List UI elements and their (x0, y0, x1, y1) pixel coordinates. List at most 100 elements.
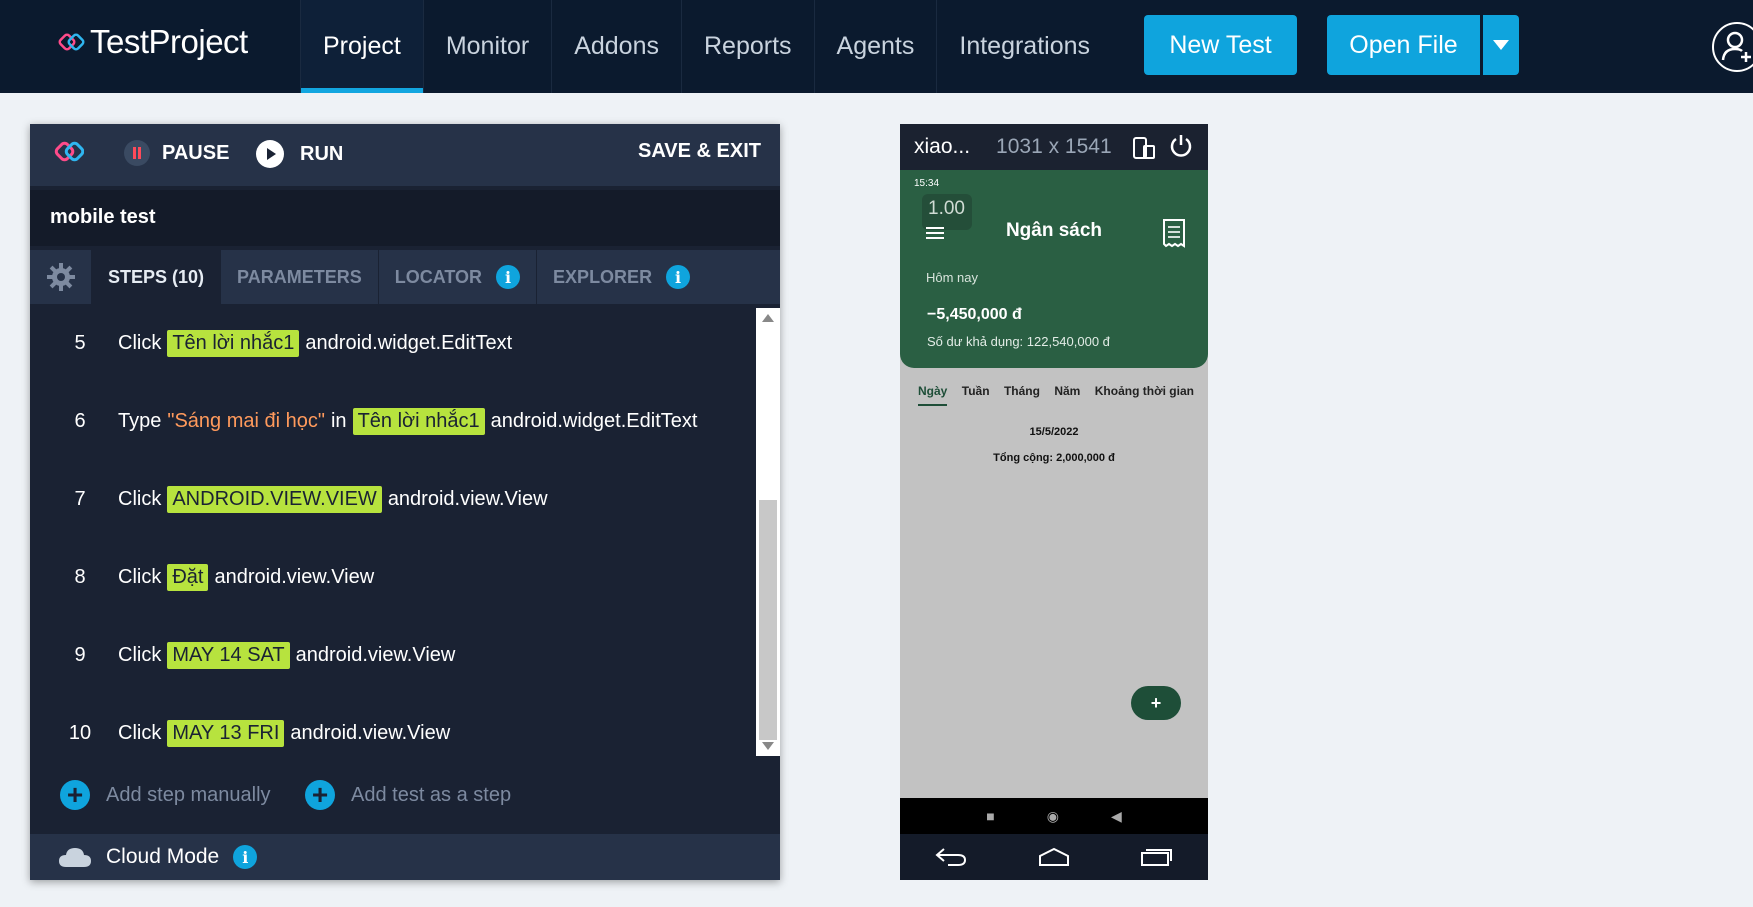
home-circle-icon[interactable]: ◉ (1047, 808, 1059, 825)
tab-explorer[interactable]: EXPLORER i (537, 250, 706, 304)
tab-parameters[interactable]: PARAMETERS (221, 250, 379, 304)
step-row[interactable]: 7 Click ANDROID.VIEW.VIEW android.view.V… (30, 479, 758, 519)
step-element-type: android.view.View (214, 565, 375, 588)
recorder-tabs: STEPS (10) PARAMETERS LOCATOR i EXPLORER… (30, 250, 780, 304)
step-value[interactable]: "Sáng mai đi học" (167, 410, 325, 433)
test-name[interactable]: mobile test (30, 190, 780, 246)
nav-tab-reports[interactable]: Reports (680, 0, 814, 93)
nav-tab-project[interactable]: Project (300, 0, 423, 93)
recents-square-icon[interactable]: ■ (986, 808, 994, 824)
today-label: Hôm nay (926, 270, 979, 285)
device-viewer: xiao... 1031 x 1541 15:34 1.00 Ngân sách… (900, 124, 1208, 880)
step-element[interactable]: MAY 14 SAT (167, 641, 290, 669)
step-row[interactable]: 10 Click MAY 13 FRI android.view.View (30, 713, 758, 753)
locator-info-icon[interactable]: i (496, 265, 521, 289)
add-test-as-step-label: Add test as a step (351, 783, 512, 806)
recents-icon[interactable] (1140, 847, 1172, 867)
step-element-type: android.widget.EditText (305, 331, 513, 354)
app-header-card: 15:34 1.00 Ngân sách Hôm nay −5,450,000 … (900, 170, 1208, 368)
step-row[interactable]: 6 Type "Sáng mai đi học" in Tên lời nhắc… (30, 401, 758, 441)
step-row[interactable]: 5 Click Tên lời nhắc1 android.widget.Edi… (30, 323, 758, 363)
cloud-mode-info-icon[interactable]: i (233, 845, 258, 869)
recorder-logo-icon (54, 141, 84, 162)
settings-tab[interactable] (30, 250, 92, 304)
nav-tab-agents[interactable]: Agents (813, 0, 937, 93)
step-row[interactable]: 9 Click MAY 14 SAT android.view.View (30, 635, 758, 675)
add-fab-button[interactable]: + (1131, 686, 1181, 720)
run-button[interactable]: RUN (256, 140, 343, 168)
home-icon[interactable] (1038, 847, 1070, 867)
receipt-icon[interactable] (1162, 218, 1186, 248)
step-element-type: android.view.View (387, 487, 548, 510)
step-action: Click (118, 643, 162, 666)
tab-locator-label: LOCATOR (394, 266, 483, 287)
step-action: Click (118, 721, 162, 744)
nav-tab-addons[interactable]: Addons (551, 0, 681, 93)
period-tab-week[interactable]: Tuần (962, 384, 990, 406)
device-resolution: 1031 x 1541 (996, 135, 1112, 158)
save-exit-button[interactable]: SAVE & EXIT (638, 140, 761, 163)
pause-button[interactable]: PAUSE (124, 140, 229, 166)
testproject-logo[interactable]: TestProject (58, 22, 248, 62)
step-element[interactable]: Tên lời nhắc1 (167, 329, 300, 357)
cloud-icon (59, 848, 91, 867)
add-step-manually-button[interactable]: + Add step manually (60, 780, 271, 810)
testproject-logo-icon (58, 33, 85, 51)
step-element[interactable]: Đặt (167, 563, 209, 591)
recorder-panel: PAUSE RUN SAVE & EXIT mobile test STEPS … (30, 124, 780, 880)
plus-icon: + (60, 780, 90, 810)
add-step-manually-label: Add step manually (106, 783, 271, 806)
period-tab-range[interactable]: Khoảng thời gian (1095, 384, 1194, 406)
period-tab-year[interactable]: Năm (1054, 384, 1080, 406)
step-row[interactable]: 8 Click Đặt android.view.View (30, 557, 758, 597)
logo-text: TestProject (90, 23, 248, 60)
step-in: in (330, 409, 347, 432)
selected-date: 15/5/2022 (1029, 426, 1079, 438)
period-tab-month[interactable]: Tháng (1004, 384, 1040, 406)
open-file-button[interactable]: Open File (1327, 15, 1480, 75)
step-action: Click (118, 565, 162, 588)
step-element-type: android.widget.EditText (490, 409, 698, 432)
new-test-button[interactable]: New Test (1144, 15, 1297, 75)
today-amount: −5,450,000 đ (927, 306, 1022, 323)
tab-locator[interactable]: LOCATOR i (379, 250, 538, 304)
play-icon (256, 140, 284, 168)
plus-icon: + (305, 780, 335, 810)
step-element[interactable]: ANDROID.VIEW.VIEW (167, 485, 382, 513)
top-navigation: TestProject Project Monitor Addons Repor… (0, 0, 1753, 93)
scroll-thumb[interactable] (759, 500, 777, 740)
step-number: 7 (74, 487, 86, 510)
step-element-type: android.view.View (295, 643, 456, 666)
step-element[interactable]: MAY 13 FRI (167, 719, 285, 747)
steps-scrollbar[interactable] (756, 308, 780, 756)
step-action: Type (118, 409, 162, 432)
step-number: 5 (74, 331, 86, 354)
pause-icon (124, 140, 150, 166)
scroll-down-arrow-icon[interactable] (762, 742, 774, 750)
period-tab-day[interactable]: Ngày (918, 384, 948, 406)
tab-steps[interactable]: STEPS (10) (92, 250, 222, 304)
back-triangle-icon[interactable]: ◀ (1111, 808, 1122, 825)
explorer-info-icon[interactable]: i (666, 265, 691, 289)
device-rotate-icon[interactable] (1132, 134, 1156, 160)
add-user-icon[interactable] (1712, 22, 1753, 72)
run-label: RUN (300, 142, 344, 165)
step-number: 9 (74, 643, 86, 666)
back-icon[interactable] (934, 847, 968, 867)
scroll-up-arrow-icon[interactable] (762, 314, 774, 322)
device-name: xiao... (914, 135, 971, 158)
step-element[interactable]: Tên lời nhắc1 (352, 407, 485, 435)
open-file-dropdown-button[interactable] (1483, 15, 1519, 75)
nav-tab-monitor[interactable]: Monitor (422, 0, 551, 93)
main-nav-tabs: Project Monitor Addons Reports Agents In… (300, 0, 1112, 93)
device-header: xiao... 1031 x 1541 (900, 124, 1208, 170)
caret-down-icon (1493, 40, 1509, 50)
nav-tab-integrations[interactable]: Integrations (936, 0, 1112, 93)
add-test-as-step-button[interactable]: + Add test as a step (305, 780, 511, 810)
step-action: Click (118, 487, 162, 510)
step-action: Click (118, 331, 162, 354)
cloud-mode-bar: Cloud Mode i (30, 834, 780, 880)
power-icon[interactable] (1168, 133, 1194, 159)
status-time: 15:34 (914, 178, 940, 189)
step-number: 6 (74, 409, 86, 432)
